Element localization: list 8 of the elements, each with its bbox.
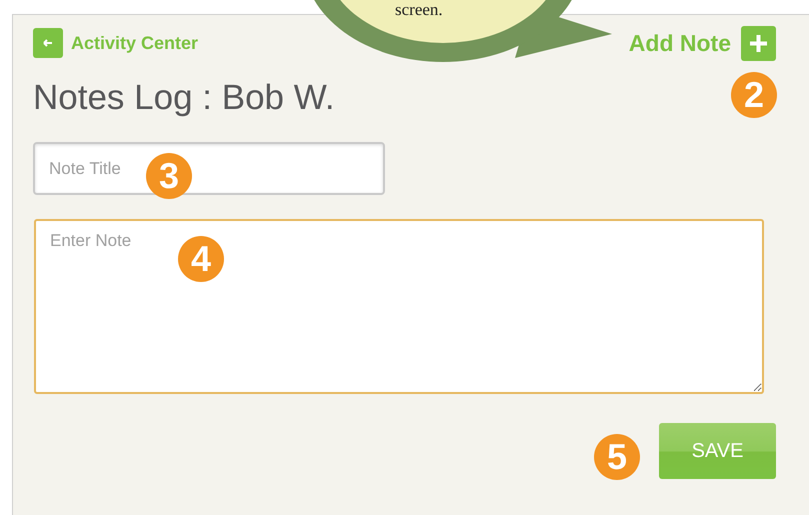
plus-icon: [741, 26, 776, 60]
page-title: Notes Log : Bob W.: [33, 78, 335, 118]
add-note-link[interactable]: Add Note: [628, 26, 776, 60]
step-number-badge: 5: [594, 434, 640, 480]
save-button[interactable]: SAVE: [659, 423, 776, 479]
step-number-badge: 2: [731, 72, 777, 118]
callout-text: screen.: [395, 0, 443, 20]
activity-center-link[interactable]: Activity Center: [33, 28, 198, 58]
